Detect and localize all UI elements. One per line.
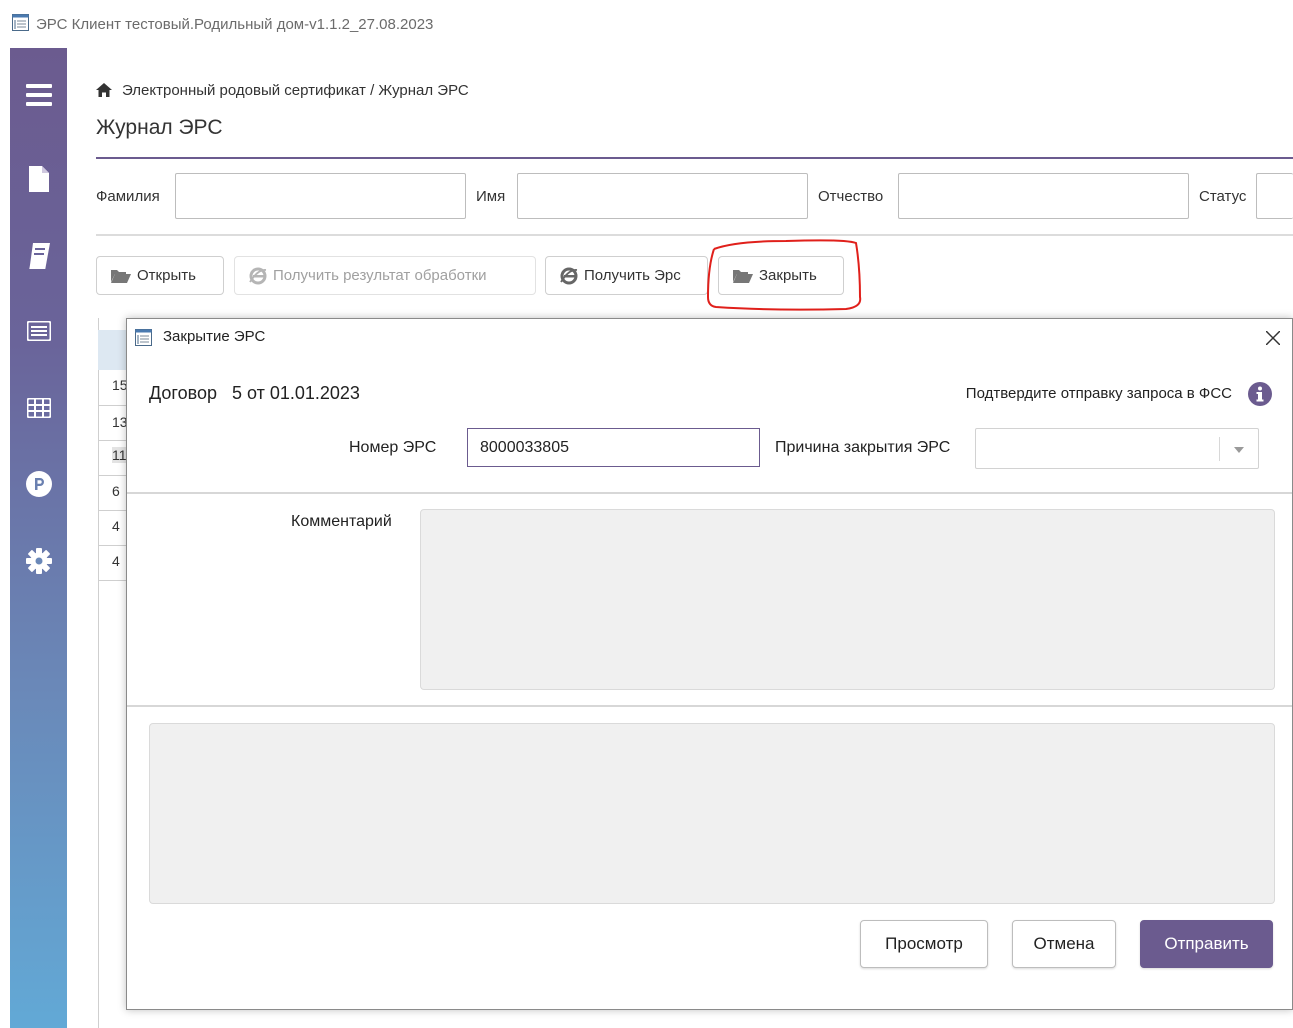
hamburger-icon bbox=[25, 84, 52, 106]
comment-textarea[interactable] bbox=[420, 509, 1275, 690]
close-ers-dialog: Закрытие ЭРС Договор 5 от 01.01.2023 Под… bbox=[126, 318, 1293, 1010]
folder-open-icon bbox=[111, 269, 131, 283]
comment-label: Комментарий bbox=[291, 513, 392, 530]
status-select[interactable] bbox=[1256, 173, 1293, 219]
get-ers-button[interactable]: Получить Эрс bbox=[545, 256, 708, 295]
app-icon bbox=[135, 329, 152, 346]
sidebar-item-journal[interactable] bbox=[10, 231, 67, 281]
info-icon[interactable] bbox=[1248, 382, 1272, 406]
window-titlebar: ЭРС Клиент тестовый.Родильный дом-v1.1.2… bbox=[0, 0, 1293, 48]
name-label: Имя bbox=[476, 188, 506, 205]
window-title: ЭРС Клиент тестовый.Родильный дом-v1.1.2… bbox=[36, 16, 434, 33]
send-button[interactable]: Отправить bbox=[1140, 920, 1273, 968]
internet-explorer-icon bbox=[249, 267, 267, 284]
dialog-close-button[interactable] bbox=[1260, 325, 1286, 351]
surname-input[interactable] bbox=[175, 173, 466, 219]
dialog-title: Закрытие ЭРС bbox=[163, 328, 266, 345]
sidebar-item-table[interactable] bbox=[10, 383, 67, 433]
get-result-button[interactable]: Получить результат обработки bbox=[234, 256, 536, 295]
response-output-area[interactable] bbox=[149, 723, 1275, 904]
status-label: Статус bbox=[1199, 188, 1247, 205]
title-underline bbox=[96, 157, 1293, 159]
confirm-fss-text: Подтвердите отправку запроса в ФСС bbox=[965, 385, 1232, 402]
breadcrumb-path[interactable]: Электронный родовый сертификат / Журнал … bbox=[122, 82, 469, 99]
table-icon bbox=[26, 398, 51, 418]
sidebar-item-parking[interactable] bbox=[10, 459, 67, 509]
patronymic-input[interactable] bbox=[898, 173, 1189, 219]
menu-button[interactable] bbox=[10, 70, 67, 120]
grid-cell: 11 bbox=[112, 447, 127, 463]
name-input[interactable] bbox=[517, 173, 808, 219]
grid-cell: 4 bbox=[112, 518, 120, 534]
ers-number-input[interactable]: 8000033805 bbox=[467, 428, 760, 467]
chevron-down-icon bbox=[1234, 447, 1244, 453]
gear-icon bbox=[25, 548, 52, 574]
parking-icon bbox=[25, 471, 52, 497]
dialog-separator bbox=[127, 492, 1292, 494]
home-icon[interactable] bbox=[96, 83, 112, 97]
page-title: Журнал ЭРС bbox=[96, 116, 223, 139]
preview-button[interactable]: Просмотр bbox=[860, 920, 988, 968]
dialog-separator bbox=[127, 705, 1292, 707]
filter-separator bbox=[96, 234, 1293, 236]
breadcrumb: Электронный родовый сертификат / Журнал … bbox=[96, 80, 469, 100]
surname-label: Фамилия bbox=[96, 188, 160, 205]
sidebar-item-list[interactable] bbox=[10, 306, 67, 356]
close-icon bbox=[1266, 331, 1280, 345]
close-reason-select[interactable] bbox=[975, 428, 1259, 469]
book-icon bbox=[28, 243, 50, 269]
grid-cell: 4 bbox=[112, 553, 120, 569]
internet-explorer-icon bbox=[560, 267, 578, 284]
dialog-titlebar: Закрытие ЭРС bbox=[127, 319, 1292, 355]
sidebar-item-documents[interactable] bbox=[10, 154, 67, 204]
list-icon bbox=[26, 321, 51, 341]
red-highlight-annotation bbox=[706, 239, 862, 311]
cancel-button[interactable]: Отмена bbox=[1012, 920, 1116, 968]
contract-info: Договор 5 от 01.01.2023 bbox=[149, 383, 360, 403]
ers-number-label: Номер ЭРС bbox=[349, 439, 437, 456]
open-button[interactable]: Открыть bbox=[96, 256, 224, 295]
select-divider bbox=[1219, 437, 1220, 461]
grid-cell: 6 bbox=[112, 483, 120, 499]
close-reason-label: Причина закрытия ЭРС bbox=[775, 439, 951, 456]
sidebar bbox=[10, 48, 67, 1028]
document-icon bbox=[28, 166, 49, 192]
patronymic-label: Отчество bbox=[818, 188, 884, 205]
sidebar-item-settings[interactable] bbox=[10, 536, 67, 586]
app-icon bbox=[12, 14, 29, 31]
